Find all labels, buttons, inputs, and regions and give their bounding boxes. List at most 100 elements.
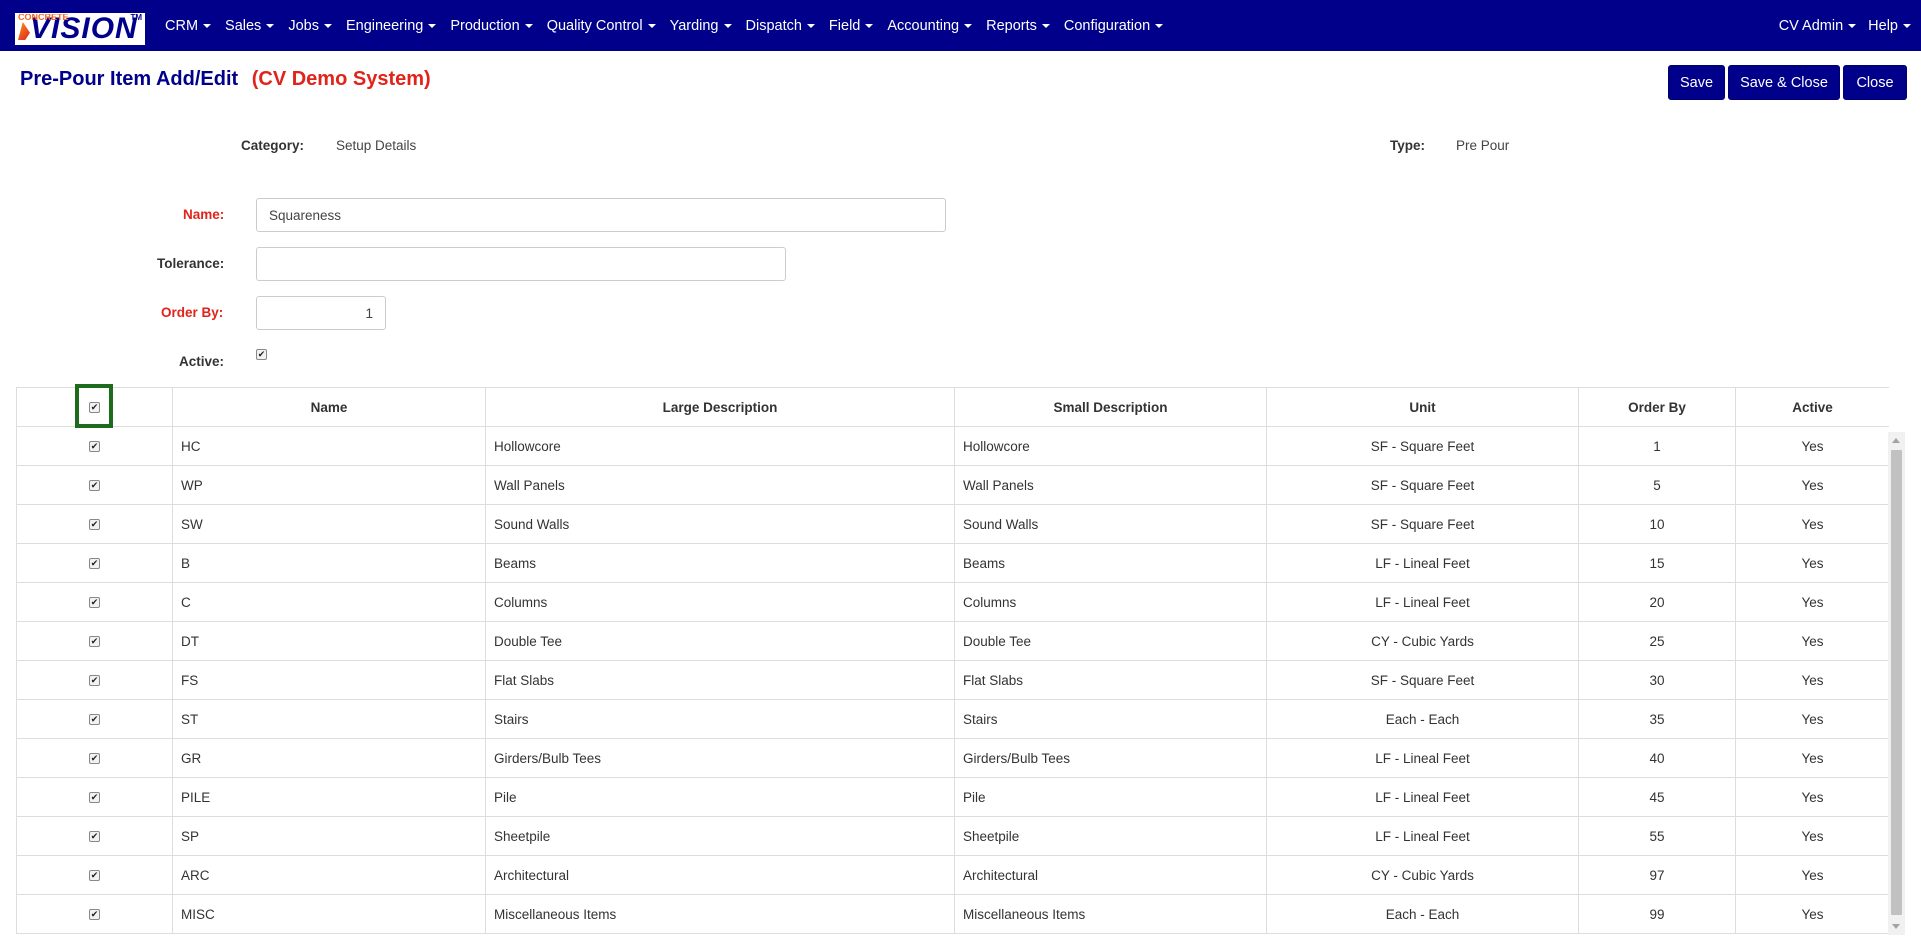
- row-checkbox[interactable]: ✔: [89, 519, 100, 531]
- row-checkbox[interactable]: ✔: [89, 441, 100, 453]
- caret-down-icon: [964, 23, 973, 28]
- tolerance-label: Tolerance:: [157, 256, 225, 271]
- cell-large-description: Wall Panels: [485, 465, 955, 505]
- caret-down-icon: [647, 23, 656, 28]
- cell-large-description: Flat Slabs: [485, 660, 955, 700]
- category-label: Category:: [241, 138, 305, 153]
- name-input[interactable]: Squareness: [256, 198, 946, 232]
- cell-active: Yes: [1735, 621, 1889, 661]
- save-close-button[interactable]: Save & Close: [1728, 65, 1840, 100]
- cell-name: MISC: [172, 894, 486, 934]
- table-row[interactable]: ✔ SP Sheetpile Sheetpile LF - Lineal Feet 55 Y…: [16, 816, 1889, 856]
- tolerance-input[interactable]: [256, 247, 786, 281]
- order-by-label: Order By:: [161, 305, 224, 320]
- caret-down-icon: [203, 23, 212, 28]
- nav-item-quality-control[interactable]: Quality Control: [547, 18, 656, 34]
- nav-item-dispatch[interactable]: Dispatch: [746, 18, 815, 34]
- row-checkbox[interactable]: ✔: [89, 714, 100, 726]
- nav-item-label: Yarding: [669, 17, 719, 34]
- order-by-input[interactable]: 1: [256, 296, 386, 330]
- table-row[interactable]: ✔ C Columns Columns LF - Lineal Feet 20 Yes: [16, 582, 1889, 622]
- nav-item-label: Accounting: [887, 17, 960, 34]
- nav-item-configuration[interactable]: Configuration: [1064, 18, 1164, 34]
- cell-name: B: [172, 543, 486, 583]
- table-row[interactable]: ✔ HC Hollowcore Hollowcore SF - Square Feet 1…: [16, 426, 1889, 466]
- table-row[interactable]: ✔ PILE Pile Pile LF - Lineal Feet 45 Yes: [16, 777, 1889, 817]
- table-row[interactable]: ✔ FS Flat Slabs Flat Slabs SF - Square Feet 3…: [16, 660, 1889, 700]
- nav-item-field[interactable]: Field: [829, 18, 874, 34]
- table-row[interactable]: ✔ GR Girders/Bulb Tees Girders/Bulb Tees LF …: [16, 738, 1889, 778]
- scroll-down-arrow-icon[interactable]: [1892, 924, 1900, 929]
- cell-large-description: Stairs: [485, 699, 955, 739]
- row-checkbox[interactable]: ✔: [89, 597, 100, 609]
- main-menu: CRM Sales Jobs Engineering Production Quality…: [165, 0, 1177, 51]
- nav-item-help[interactable]: Help: [1868, 18, 1911, 34]
- nav-item-reports[interactable]: Reports: [986, 18, 1050, 34]
- close-button[interactable]: Close: [1843, 65, 1907, 100]
- logo-top-text: CONCRETE: [18, 13, 69, 22]
- col-header-unit[interactable]: Unit: [1266, 387, 1579, 427]
- col-header-small-description[interactable]: Small Description: [954, 387, 1267, 427]
- nav-item-label: Reports: [986, 17, 1037, 34]
- row-checkbox[interactable]: ✔: [89, 675, 100, 687]
- table-header-row: ✔ Name Large Description Small Descripti…: [16, 387, 1889, 427]
- nav-item-production[interactable]: Production: [450, 18, 533, 34]
- nav-item-accounting[interactable]: Accounting: [887, 17, 973, 34]
- active-checkbox[interactable]: ✔: [256, 349, 267, 360]
- cell-name: FS: [172, 660, 486, 700]
- row-checkbox[interactable]: ✔: [89, 792, 100, 804]
- cell-order-by: 40: [1578, 738, 1736, 778]
- cell-order-by: 97: [1578, 855, 1736, 895]
- table-row[interactable]: ✔ WP Wall Panels Wall Panels SF - Square Fee…: [16, 465, 1889, 505]
- cell-small-description: Double Tee: [954, 621, 1267, 661]
- row-checkbox[interactable]: ✔: [89, 753, 100, 765]
- row-checkbox[interactable]: ✔: [89, 636, 100, 648]
- row-checkbox[interactable]: ✔: [89, 480, 100, 492]
- col-header-active[interactable]: Active: [1735, 387, 1889, 427]
- table-row[interactable]: ✔ B Beams Beams LF - Lineal Feet 15 Yes: [16, 543, 1889, 583]
- cell-large-description: Girders/Bulb Tees: [485, 738, 955, 778]
- cell-active: Yes: [1735, 543, 1889, 583]
- nav-item-engineering[interactable]: Engineering: [346, 18, 437, 34]
- nav-item-label: CRM: [165, 17, 199, 34]
- cell-active: Yes: [1735, 660, 1889, 700]
- nav-item-sales[interactable]: Sales: [225, 18, 275, 34]
- active-label: Active:: [179, 354, 225, 369]
- table-row[interactable]: ✔ ARC Architectural Architectural CY - Cubic…: [16, 855, 1889, 895]
- nav-item-cv-admin[interactable]: CV Admin: [1779, 18, 1857, 34]
- row-checkbox[interactable]: ✔: [89, 909, 100, 921]
- table-row[interactable]: ✔ ST Stairs Stairs Each - Each 35 Yes: [16, 699, 1889, 739]
- cell-small-description: Sheetpile: [954, 816, 1267, 856]
- cell-small-description: Architectural: [954, 855, 1267, 895]
- cell-name: GR: [172, 738, 486, 778]
- scroll-up-arrow-icon[interactable]: [1892, 438, 1900, 443]
- table-row[interactable]: ✔ MISC Miscellaneous Items Miscellaneous It…: [16, 894, 1889, 934]
- save-button[interactable]: Save: [1668, 65, 1725, 100]
- table-scrollbar[interactable]: [1888, 432, 1905, 935]
- col-header-large-description[interactable]: Large Description: [485, 387, 955, 427]
- cell-order-by: 30: [1578, 660, 1736, 700]
- nav-item-jobs[interactable]: Jobs: [288, 18, 332, 34]
- concrete-vision-logo[interactable]: CONCRETE VISION TM: [15, 13, 145, 45]
- cell-large-description: Pile: [485, 777, 955, 817]
- row-checkbox[interactable]: ✔: [89, 831, 100, 843]
- select-all-checkbox[interactable]: ✔: [89, 402, 100, 414]
- scroll-thumb[interactable]: [1891, 450, 1902, 915]
- cell-small-description: Sound Walls: [954, 504, 1267, 544]
- cell-small-description: Miscellaneous Items: [954, 894, 1267, 934]
- caret-down-icon: [806, 23, 815, 28]
- cell-large-description: Double Tee: [485, 621, 955, 661]
- table-row[interactable]: ✔ DT Double Tee Double Tee CY - Cubic Yards 2…: [16, 621, 1889, 661]
- cell-unit: SF - Square Feet: [1266, 426, 1579, 466]
- cell-name: ST: [172, 699, 486, 739]
- nav-item-yarding[interactable]: Yarding: [670, 18, 732, 34]
- caret-down-icon: [323, 23, 332, 28]
- row-checkbox[interactable]: ✔: [89, 558, 100, 570]
- col-header-order-by[interactable]: Order By: [1578, 387, 1736, 427]
- row-checkbox[interactable]: ✔: [89, 870, 100, 882]
- table-row[interactable]: ✔ SW Sound Walls Sound Walls SF - Square Fee…: [16, 504, 1889, 544]
- col-header-name[interactable]: Name: [172, 387, 486, 427]
- cell-active: Yes: [1735, 699, 1889, 739]
- nav-item-crm[interactable]: CRM: [165, 17, 212, 34]
- row-select-cell: ✔: [16, 504, 173, 544]
